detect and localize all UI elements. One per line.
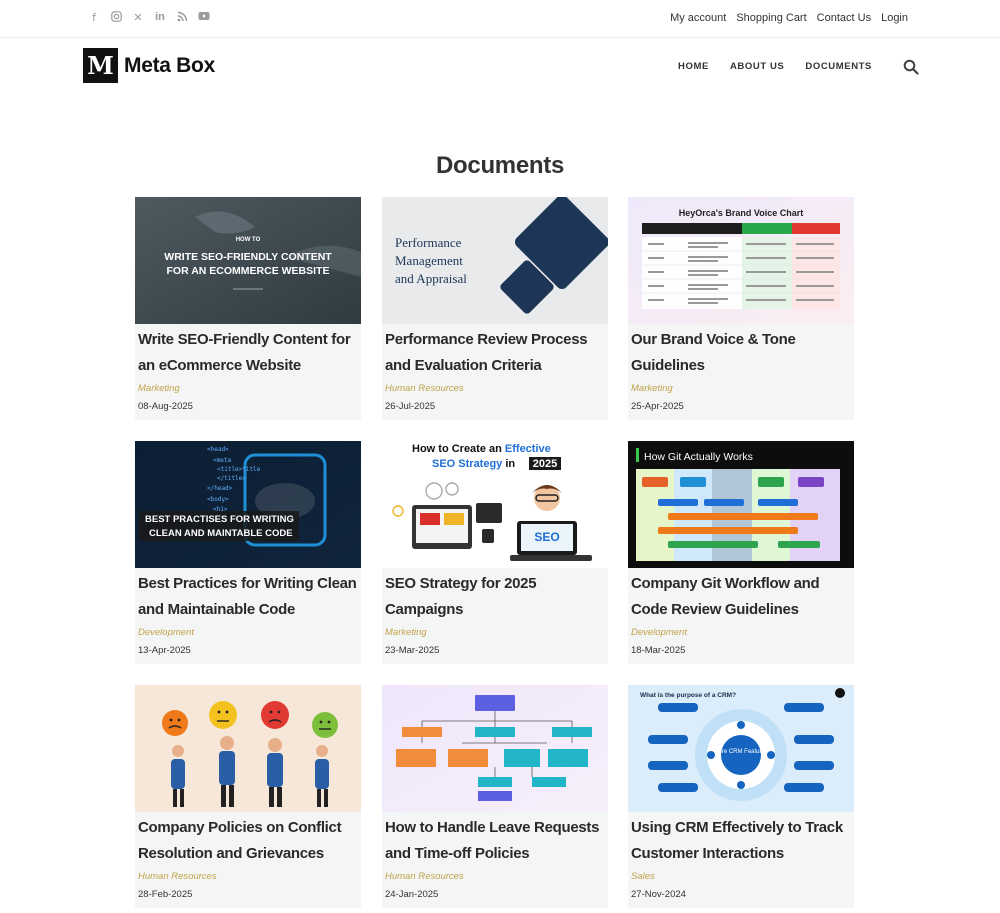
thumb-heading: What is the purpose of a CRM? <box>640 692 736 699</box>
thumb-line2: Management <box>395 253 463 268</box>
card-thumbnail[interactable] <box>382 685 608 812</box>
thumb-center: Core CRM Features <box>714 749 768 755</box>
thumb-code: </title> <box>217 475 246 482</box>
card-date: 26-Jul-2025 <box>385 401 436 412</box>
youtube-icon[interactable] <box>198 11 210 24</box>
card-title[interactable]: Company Git Workflow and Code Review Gui… <box>631 571 853 623</box>
thumb-line2b: in <box>502 458 515 470</box>
document-card[interactable]: How to Handle Leave Requests and Time-of… <box>382 685 608 908</box>
search-icon[interactable] <box>903 59 919 75</box>
card-category[interactable]: Development <box>631 627 687 638</box>
card-category[interactable]: Human Resources <box>385 871 464 882</box>
top-bar: f ✕ in My account Shopping Cart Contact … <box>0 0 1000 38</box>
thumb-line1b: Effective <box>505 443 551 455</box>
thumb-code: <body> <box>207 496 229 503</box>
card-category[interactable]: Marketing <box>631 383 673 394</box>
card-thumbnail[interactable]: How Git Actually Works <box>628 441 854 568</box>
document-card[interactable]: Company Policies on Conflict Resolution … <box>135 685 361 908</box>
thumb-code: <title>title <box>217 466 261 473</box>
card-date: 24-Jan-2025 <box>385 889 439 900</box>
card-category[interactable]: Human Resources <box>385 383 464 394</box>
card-category[interactable]: Marketing <box>385 627 427 638</box>
card-category[interactable]: Marketing <box>138 383 180 394</box>
document-card[interactable]: HeyOrca's Brand Voice Chart Our Brand Vo… <box>628 197 854 420</box>
page-title: Documents <box>436 152 564 179</box>
logo-text: Meta Box <box>124 53 215 77</box>
thumb-code: </head> <box>207 485 233 492</box>
svg-text:How to Create an Effective: How to Create an Effective <box>412 443 551 455</box>
card-date: 25-Apr-2025 <box>631 401 684 412</box>
main-nav: HOME ABOUT US DOCUMENTS <box>678 61 872 72</box>
shopping-cart-link[interactable]: Shopping Cart <box>736 12 806 24</box>
thumb-line2: FOR AN ECOMMERCE WEBSITE <box>167 265 330 277</box>
card-thumbnail[interactable]: How to Create an Effective SEO Strategy … <box>382 441 608 568</box>
card-thumbnail[interactable] <box>135 685 361 812</box>
card-date: 23-Mar-2025 <box>385 645 440 656</box>
card-title[interactable]: SEO Strategy for 2025 Campaigns <box>385 571 607 623</box>
card-title[interactable]: How to Handle Leave Requests and Time-of… <box>385 815 607 867</box>
card-date: 18-Mar-2025 <box>631 645 686 656</box>
card-title[interactable]: Company Policies on Conflict Resolution … <box>138 815 360 867</box>
document-card[interactable]: How Git Actually Works Company Git Workf… <box>628 441 854 664</box>
card-title[interactable]: Write SEO-Friendly Content for an eComme… <box>138 327 360 379</box>
document-card[interactable]: How to Create an Effective SEO Strategy … <box>382 441 608 664</box>
thumb-line1a: How to Create an <box>412 443 505 455</box>
card-title[interactable]: Our Brand Voice & Tone Guidelines <box>631 327 853 379</box>
instagram-icon[interactable] <box>110 11 122 24</box>
card-date: 27-Nov-2024 <box>631 889 686 900</box>
card-title[interactable]: Using CRM Effectively to Track Customer … <box>631 815 853 867</box>
card-thumbnail[interactable]: HOW TO WRITE SEO-FRIENDLY CONTENT FOR AN… <box>135 197 361 324</box>
card-thumbnail[interactable]: HeyOrca's Brand Voice Chart <box>628 197 854 324</box>
document-card[interactable]: Performance Management and Appraisal Per… <box>382 197 608 420</box>
card-thumbnail[interactable]: What is the purpose of a CRM? Core CRM F… <box>628 685 854 812</box>
logo-mark: M <box>83 48 118 83</box>
nav-home[interactable]: HOME <box>678 61 709 72</box>
thumb-line1: BEST PRACTISES FOR WRITING <box>145 514 294 525</box>
x-icon[interactable]: ✕ <box>132 11 144 24</box>
contact-us-link[interactable]: Contact Us <box>817 12 871 24</box>
svg-text:SEO Strategy in: SEO Strategy in <box>432 458 515 470</box>
card-title[interactable]: Performance Review Process and Evaluatio… <box>385 327 607 379</box>
card-title[interactable]: Best Practices for Writing Clean and Mai… <box>138 571 360 623</box>
thumb-kicker: HOW TO <box>236 237 261 243</box>
document-card[interactable]: HOW TO WRITE SEO-FRIENDLY CONTENT FOR AN… <box>135 197 361 420</box>
card-thumbnail[interactable]: Performance Management and Appraisal <box>382 197 608 324</box>
thumb-code: <head> <box>207 446 229 453</box>
social-links: f ✕ in <box>88 11 210 24</box>
thumb-line2a: SEO Strategy <box>432 458 503 470</box>
thumb-line1: Performance <box>395 235 462 250</box>
rss-icon[interactable] <box>176 11 188 24</box>
card-category[interactable]: Human Resources <box>138 871 217 882</box>
document-card[interactable]: <head> <meta <title>title </title> </hea… <box>135 441 361 664</box>
thumb-line2: CLEAN AND MAINTABLE CODE <box>149 528 293 539</box>
thumb-line2c: 2025 <box>533 458 557 470</box>
card-date: 28-Feb-2025 <box>138 889 193 900</box>
card-date: 08-Aug-2025 <box>138 401 193 412</box>
card-category[interactable]: Development <box>138 627 194 638</box>
card-date: 13-Apr-2025 <box>138 645 191 656</box>
site-header: M Meta Box HOME ABOUT US DOCUMENTS <box>0 38 1000 98</box>
login-link[interactable]: Login <box>881 12 908 24</box>
thumb-line3: and Appraisal <box>395 271 467 286</box>
nav-about-us[interactable]: ABOUT US <box>730 61 784 72</box>
linkedin-icon[interactable]: in <box>154 11 166 24</box>
card-category[interactable]: Sales <box>631 871 655 882</box>
account-links: My account Shopping Cart Contact Us Logi… <box>670 12 908 24</box>
document-card[interactable]: What is the purpose of a CRM? Core CRM F… <box>628 685 854 908</box>
site-logo[interactable]: M Meta Box <box>83 48 215 83</box>
thumb-code: <meta <box>213 457 231 464</box>
thumb-heading: How Git Actually Works <box>644 451 753 463</box>
card-thumbnail[interactable]: <head> <meta <title>title </title> </hea… <box>135 441 361 568</box>
my-account-link[interactable]: My account <box>670 12 726 24</box>
thumb-line1: WRITE SEO-FRIENDLY CONTENT <box>164 251 332 263</box>
facebook-icon[interactable]: f <box>88 11 100 24</box>
nav-documents[interactable]: DOCUMENTS <box>805 61 872 72</box>
thumb-badge: SEO <box>534 530 559 544</box>
thumb-heading: HeyOrca's Brand Voice Chart <box>679 208 804 218</box>
